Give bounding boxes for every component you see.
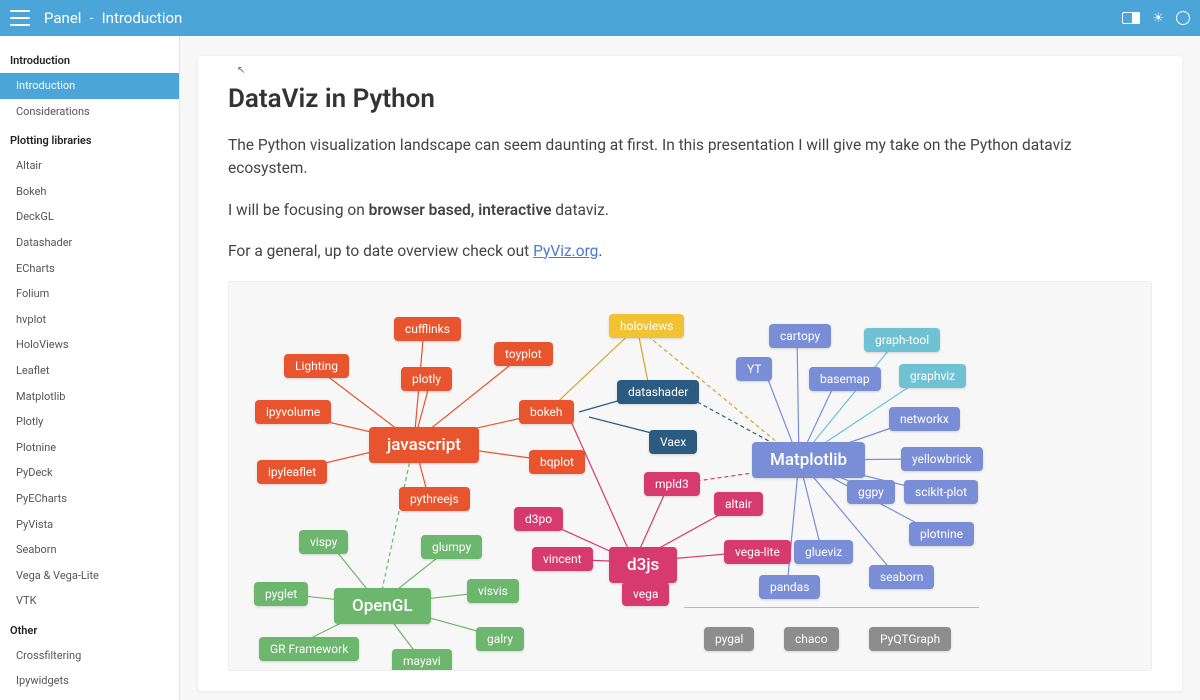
node-toyplot: toyplot — [494, 342, 553, 366]
node-pythreejs: pythreejs — [399, 487, 470, 511]
sidebar-item-leaflet[interactable]: Leaflet — [0, 358, 179, 384]
sidebar-item-plotly[interactable]: Plotly — [0, 409, 179, 435]
node-pyqtgraph: PyQTGraph — [869, 627, 951, 651]
node-chaco: chaco — [784, 627, 839, 651]
paragraph-3: For a general, up to date overview check… — [228, 240, 1152, 263]
sidebar-item-pyvista[interactable]: PyVista — [0, 512, 179, 538]
sidebar-item-vega-vega-lite[interactable]: Vega & Vega-Lite — [0, 563, 179, 589]
heading: DataViz in Python — [228, 84, 1152, 114]
node-datashader: datashader — [617, 380, 699, 404]
settings-icon[interactable] — [1176, 11, 1190, 25]
node-basemap: basemap — [809, 367, 881, 391]
title-separator: - — [89, 9, 93, 27]
node-scikit-plot: scikit-plot — [904, 480, 978, 504]
node-bqplot: bqplot — [529, 450, 585, 474]
node-networkx: networkx — [889, 407, 960, 431]
node-pandas: pandas — [759, 575, 820, 599]
node-ipyvolume: ipyvolume — [255, 400, 331, 424]
sidebar-item-altair[interactable]: Altair — [0, 153, 179, 179]
node-vincent: vincent — [532, 547, 593, 571]
node-seaborn: seaborn — [869, 565, 934, 589]
sidebar-item-considerations[interactable]: Considerations — [0, 99, 179, 125]
node-glueviz: glueviz — [794, 540, 853, 564]
sidebar-item-pydeck[interactable]: PyDeck — [0, 460, 179, 486]
main-content: ↖ DataViz in Python The Python visualiza… — [180, 36, 1200, 700]
cursor-icon: ↖ — [237, 65, 245, 76]
node-opengl: OpenGL — [334, 588, 431, 624]
node-visvis: visvis — [467, 579, 519, 603]
node-matplotlib: Matplotlib — [752, 442, 865, 478]
node-lighting: Lighting — [284, 354, 349, 378]
node-vega: vega — [622, 582, 669, 606]
sidebar-item-streaming[interactable]: Streaming — [0, 694, 179, 700]
p3-text-c: . — [598, 242, 602, 260]
node-altair: altair — [714, 492, 763, 516]
sidebar: IntroductionIntroductionConsiderationsPl… — [0, 36, 180, 700]
sidebar-item-folium[interactable]: Folium — [0, 281, 179, 307]
sidebar-section-header: Plotting libraries — [0, 124, 179, 153]
node-javascript: javascript — [369, 427, 479, 463]
paragraph-1: The Python visualization landscape can s… — [228, 134, 1152, 181]
top-bar: Panel - Introduction ☀ — [0, 0, 1200, 36]
layout-toggle-icon[interactable] — [1122, 12, 1140, 24]
sidebar-item-hvplot[interactable]: hvplot — [0, 307, 179, 333]
node-vaex: Vaex — [649, 430, 697, 454]
p2-text-c: dataviz. — [551, 201, 608, 219]
sidebar-item-vtk[interactable]: VTK — [0, 588, 179, 614]
node-galry: galry — [476, 627, 524, 651]
sidebar-item-pyecharts[interactable]: PyECharts — [0, 486, 179, 512]
node-vispy: vispy — [299, 530, 348, 554]
sidebar-item-plotnine[interactable]: Plotnine — [0, 435, 179, 461]
menu-icon[interactable] — [10, 10, 30, 26]
node-mayavi: mayavi — [392, 649, 452, 671]
node-yellowbrick: yellowbrick — [901, 447, 983, 471]
node-graphviz: graphviz — [899, 364, 966, 388]
node-ipyleaflet: ipyleaflet — [257, 460, 327, 484]
theme-toggle-icon[interactable]: ☀ — [1152, 11, 1164, 26]
sidebar-item-datashader[interactable]: Datashader — [0, 230, 179, 256]
sidebar-item-ipywidgets[interactable]: Ipywidgets — [0, 668, 179, 694]
node-bokeh: bokeh — [519, 400, 574, 424]
sidebar-section-header: Other — [0, 614, 179, 643]
sidebar-item-bokeh[interactable]: Bokeh — [0, 179, 179, 205]
sidebar-item-introduction[interactable]: Introduction — [0, 73, 179, 99]
node-cartopy: cartopy — [769, 324, 831, 348]
p2-text-a: I will be focusing on — [228, 201, 369, 219]
sidebar-item-crossfiltering[interactable]: Crossfiltering — [0, 643, 179, 669]
ecosystem-diagram: javascript OpenGL d3js Matplotlib cufflinks t… — [228, 281, 1152, 671]
node-graph-tool: graph-tool — [864, 328, 940, 352]
sidebar-item-holoviews[interactable]: HoloViews — [0, 332, 179, 358]
node-yt: YT — [736, 357, 772, 381]
app-name: Panel — [44, 9, 81, 27]
paragraph-2: I will be focusing on browser based, int… — [228, 199, 1152, 222]
sidebar-item-deckgl[interactable]: DeckGL — [0, 204, 179, 230]
node-ggpy: ggpy — [847, 480, 895, 504]
node-plotly: plotly — [401, 367, 452, 391]
node-holoviews: holoviews — [609, 314, 684, 338]
sidebar-item-echarts[interactable]: ECharts — [0, 256, 179, 282]
node-cufflinks: cufflinks — [394, 317, 461, 341]
sidebar-section-header: Introduction — [0, 44, 179, 73]
node-gr-framework: GR Framework — [259, 637, 359, 661]
node-d3po: d3po — [514, 507, 563, 531]
p2-bold: browser based, interactive — [369, 201, 552, 219]
node-glumpy: glumpy — [421, 535, 482, 559]
sidebar-item-seaborn[interactable]: Seaborn — [0, 537, 179, 563]
page-title: Introduction — [102, 9, 183, 27]
pyviz-link[interactable]: PyViz.org — [533, 242, 598, 260]
p3-text-a: For a general, up to date overview check… — [228, 242, 533, 260]
node-mpld3: mpld3 — [644, 472, 700, 496]
node-d3js: d3js — [609, 547, 677, 583]
node-plotnine: plotnine — [909, 522, 974, 546]
content-card: ↖ DataViz in Python The Python visualiza… — [198, 56, 1182, 691]
node-pygal: pygal — [704, 627, 754, 651]
node-vega-lite: vega-lite — [724, 540, 791, 564]
sidebar-item-matplotlib[interactable]: Matplotlib — [0, 384, 179, 410]
node-pyglet: pyglet — [254, 582, 308, 606]
